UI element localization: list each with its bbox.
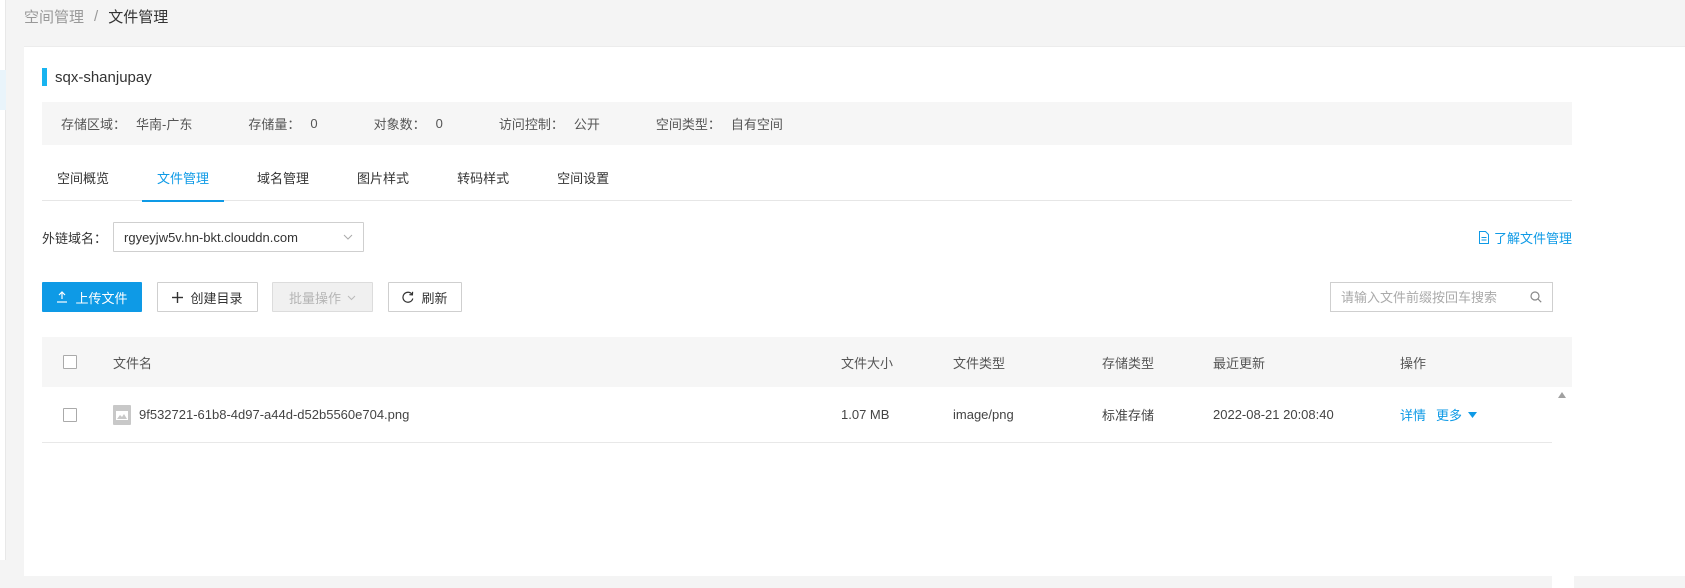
info-objects-key: 对象数：: [373, 117, 426, 132]
title-accent-bar: [42, 68, 47, 86]
header-type: 文件类型: [953, 355, 1006, 371]
bucket-title: sqx-shanjupay: [42, 67, 152, 87]
select-all-checkbox[interactable]: [63, 355, 77, 369]
create-directory-button[interactable]: 创建目录: [157, 282, 258, 312]
chevron-down-icon: [347, 295, 356, 300]
info-storage: 存储量： 0: [248, 114, 317, 133]
search-box[interactable]: [1330, 282, 1553, 312]
file-name[interactable]: 9f532721-61b8-4d97-a44d-d52b5560e704.png: [139, 407, 409, 422]
file-updated: 2022-08-21 20:08:40: [1213, 407, 1334, 422]
image-file-icon: [113, 404, 131, 425]
info-access: 访问控制： 公开: [499, 114, 600, 133]
tab-space-settings[interactable]: 空间设置: [542, 157, 624, 201]
more-label: 更多: [1436, 408, 1463, 423]
domain-row: 外链域名： rgyeyjw5v.hn-bkt.clouddn.com 了解文件管…: [42, 222, 1572, 252]
tab-bar: 空间概览 文件管理 域名管理 图片样式 转码样式 空间设置: [42, 157, 1572, 202]
header-storage: 存储类型: [1102, 355, 1155, 371]
breadcrumb-current: 文件管理: [108, 8, 169, 26]
bucket-info-bar: 存储区域： 华南-广东 存储量： 0 对象数： 0 访问控制： 公开 空间类型：…: [42, 102, 1572, 145]
info-storage-key: 存储量：: [248, 117, 301, 132]
table-row: 9f532721-61b8-4d97-a44d-d52b5560e704.png…: [42, 387, 1572, 443]
tab-file-management[interactable]: 文件管理: [142, 157, 225, 202]
detail-link[interactable]: 详情: [1400, 405, 1426, 424]
file-storage-class: 标准存储: [1102, 408, 1155, 423]
document-icon: [1478, 231, 1489, 244]
table-scrollbar[interactable]: [1552, 388, 1574, 588]
more-dropdown[interactable]: 更多: [1436, 405, 1478, 424]
upload-file-label: 上传文件: [75, 290, 128, 306]
header-updated: 最近更新: [1213, 355, 1266, 371]
info-space-type-key: 空间类型：: [655, 117, 721, 132]
info-access-key: 访问控制：: [498, 117, 564, 132]
info-space-type: 空间类型： 自有空间: [656, 114, 783, 133]
table-header: 文件名 文件大小 文件类型 存储类型 最近更新 操作: [42, 337, 1572, 387]
batch-operations-label: 批量操作: [288, 290, 341, 306]
bucket-name: sqx-shanjupay: [55, 68, 152, 86]
upload-icon: [57, 291, 68, 303]
breadcrumb-separator: /: [94, 7, 99, 25]
chevron-down-icon: [343, 234, 353, 240]
toolbar: 上传文件 创建目录 批量操作 刷新: [42, 282, 1572, 312]
info-objects-value: 0: [435, 116, 443, 131]
breadcrumb: 空间管理 / 文件管理: [24, 6, 168, 26]
refresh-label: 刷新: [421, 290, 448, 306]
header-size: 文件大小: [841, 355, 894, 371]
header-checkbox-cell: [63, 337, 77, 387]
header-ops: 操作: [1400, 355, 1427, 371]
refresh-icon: [402, 291, 414, 303]
info-space-type-value: 自有空间: [730, 117, 783, 132]
file-size: 1.07 MB: [841, 407, 890, 422]
row-checkbox-cell: [63, 387, 77, 442]
left-sidebar-edge: [0, 0, 6, 560]
file-name-cell: 9f532721-61b8-4d97-a44d-d52b5560e704.png: [113, 387, 409, 442]
caret-down-icon: [1468, 411, 1478, 418]
sidebar-active-marker: [0, 70, 6, 110]
info-access-value: 公开: [573, 117, 600, 132]
file-type: image/png: [953, 407, 1014, 422]
domain-select[interactable]: rgyeyjw5v.hn-bkt.clouddn.com: [113, 222, 365, 252]
search-input[interactable]: [1341, 289, 1530, 305]
row-checkbox[interactable]: [63, 407, 77, 422]
breadcrumb-parent[interactable]: 空间管理: [24, 6, 84, 27]
main-panel: sqx-shanjupay 存储区域： 华南-广东 存储量： 0 对象数： 0 …: [24, 46, 1685, 588]
info-region-key: 存储区域：: [61, 117, 127, 132]
learn-file-management-link[interactable]: 了解文件管理: [1478, 228, 1572, 247]
domain-selected-value: rgyeyjw5v.hn-bkt.clouddn.com: [124, 229, 298, 245]
info-objects: 对象数： 0: [374, 114, 443, 133]
search-icon[interactable]: [1530, 291, 1542, 303]
info-region: 存储区域： 华南-广东: [61, 114, 192, 133]
tab-transcode-styles[interactable]: 转码样式: [442, 157, 524, 201]
tab-image-styles[interactable]: 图片样式: [342, 157, 424, 201]
plus-icon: [172, 291, 184, 303]
learn-link-label: 了解文件管理: [1493, 231, 1572, 246]
tab-domain-management[interactable]: 域名管理: [242, 157, 324, 201]
info-region-value: 华南-广东: [136, 117, 193, 132]
file-ops: 详情 更多: [1400, 387, 1478, 442]
domain-label: 外链域名：: [42, 230, 108, 246]
upload-file-button[interactable]: 上传文件: [42, 282, 142, 312]
refresh-button[interactable]: 刷新: [388, 282, 462, 312]
scroll-up-arrow-icon[interactable]: [1558, 392, 1566, 398]
batch-operations-button[interactable]: 批量操作: [272, 282, 373, 312]
info-storage-value: 0: [310, 116, 318, 131]
create-directory-label: 创建目录: [190, 290, 243, 306]
header-name: 文件名: [113, 355, 153, 371]
tab-overview[interactable]: 空间概览: [42, 157, 124, 201]
file-table: 文件名 文件大小 文件类型 存储类型 最近更新 操作 9f532721-61b8…: [42, 337, 1572, 443]
